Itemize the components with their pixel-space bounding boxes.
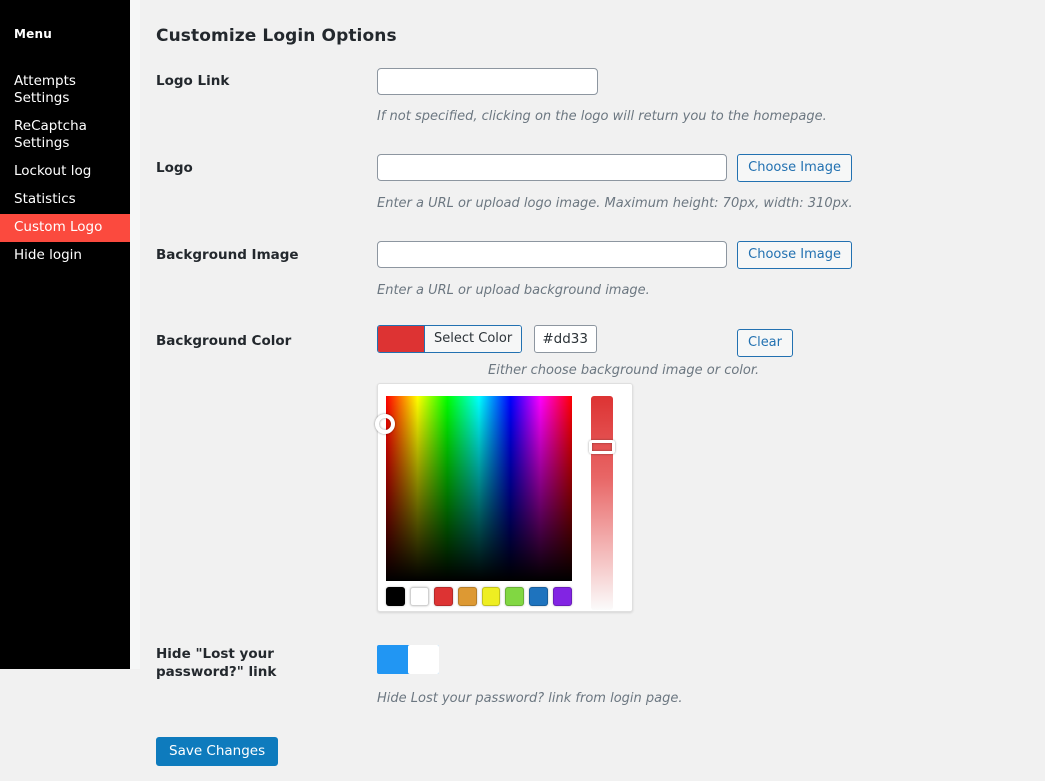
sidebar-item-list: Attempts Settings ReCaptcha Settings Loc… (0, 68, 130, 270)
page-title: Customize Login Options (156, 26, 397, 47)
background-image-choose-image-button[interactable]: Choose Image (737, 241, 852, 269)
select-color-button[interactable]: Select Color (377, 325, 523, 353)
logo-field-group: Choose Image Enter a URL or upload logo … (377, 154, 853, 212)
hide-lost-password-label: Hide "Lost your password?" link (156, 646, 277, 680)
select-color-button-label: Select Color (425, 326, 522, 352)
color-picker-saturation-square[interactable] (375, 396, 572, 581)
palette-swatch-black[interactable] (386, 587, 405, 606)
palette-swatch-purple[interactable] (553, 587, 572, 606)
color-picker-strip-handle[interactable] (589, 440, 615, 454)
sidebar-item-recaptcha-settings[interactable]: ReCaptcha Settings (0, 113, 130, 158)
color-picker-palette-row (386, 587, 572, 606)
background-image-url-input[interactable] (377, 241, 727, 268)
palette-swatch-yellow[interactable] (481, 587, 501, 606)
sidebar-item-statistics[interactable]: Statistics (0, 186, 130, 214)
logo-label: Logo (156, 160, 193, 176)
background-image-description: Enter a URL or upload background image. (377, 283, 650, 298)
sidebar-item-custom-logo[interactable]: Custom Logo (0, 214, 130, 242)
palette-swatch-red[interactable] (433, 587, 453, 606)
logo-link-description: If not specified, clicking on the logo w… (377, 109, 827, 124)
save-changes-button[interactable]: Save Changes (156, 737, 279, 766)
sidebar-item-lockout-log[interactable]: Lockout log (0, 158, 130, 186)
logo-link-input[interactable] (377, 68, 598, 95)
palette-swatch-white[interactable] (409, 587, 429, 606)
background-image-field-group: Choose Image Enter a URL or upload backg… (377, 241, 852, 299)
hide-lost-password-field-group: Hide Lost your password? link from login… (377, 645, 683, 707)
background-image-label: Background Image (156, 247, 299, 263)
palette-swatch-blue[interactable] (529, 587, 549, 606)
logo-link-field-group: If not specified, clicking on the logo w… (377, 68, 827, 125)
color-picker-strip-gradient[interactable] (589, 396, 615, 610)
palette-swatch-green[interactable] (505, 587, 525, 606)
toggle-knob (408, 645, 439, 674)
background-color-hex-input[interactable] (534, 325, 598, 353)
settings-panel: Customize Login Options Logo Link If not… (140, 0, 1045, 781)
palette-swatch-orange[interactable] (457, 587, 477, 606)
logo-choose-image-button[interactable]: Choose Image (737, 154, 852, 182)
sidebar-item-attempts-settings[interactable]: Attempts Settings (0, 68, 130, 113)
logo-url-input[interactable] (377, 154, 727, 181)
sidebar-menu: Menu Attempts Settings ReCaptcha Setting… (0, 0, 130, 669)
background-color-field-group: Select Color (377, 325, 598, 353)
logo-description: Enter a URL or upload logo image. Maximu… (377, 196, 853, 211)
clear-color-button[interactable]: Clear (737, 329, 793, 357)
color-picker-cursor-handle[interactable] (375, 414, 395, 434)
current-color-swatch (378, 326, 425, 352)
sidebar-heading: Menu (14, 27, 52, 41)
background-color-description: Either choose background image or color. (488, 363, 760, 378)
color-picker-panel[interactable] (375, 383, 633, 612)
hide-lost-password-description: Hide Lost your password? link from login… (377, 691, 683, 706)
background-color-label: Background Color (156, 333, 292, 349)
color-picker-strip[interactable] (589, 396, 615, 625)
hide-lost-password-toggle[interactable] (377, 645, 439, 674)
logo-link-label: Logo Link (156, 73, 230, 89)
sidebar-item-hide-login[interactable]: Hide login (0, 242, 130, 270)
